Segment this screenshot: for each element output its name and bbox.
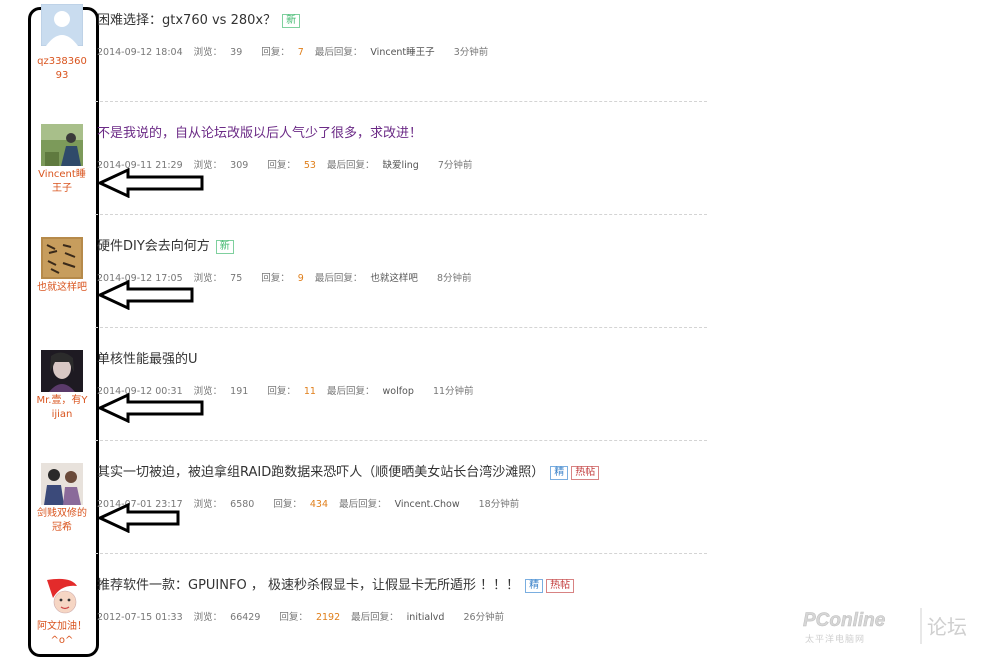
author-name[interactable]: 剑贱双修的冠希: [36, 507, 88, 535]
author-name[interactable]: Vincent睡王子: [36, 168, 88, 196]
author-name[interactable]: 阿文加油！^o^: [36, 620, 88, 648]
calligraphy-icon: [41, 237, 83, 279]
thread-title[interactable]: 其实一切被迫，被迫拿组RAID跑数据来恐吓人（顺便晒美女站长台湾沙滩照）: [97, 465, 544, 480]
watermark-section: 论坛: [927, 615, 967, 639]
replies-count: 11: [303, 386, 316, 397]
last-reply-user[interactable]: wolfop: [382, 386, 413, 397]
last-reply-user[interactable]: Vincent.Chow: [395, 499, 460, 510]
replies-label: 回复：: [279, 612, 308, 623]
replies-count: 9: [297, 273, 304, 284]
author-name[interactable]: qz33836093: [36, 55, 88, 83]
new-badge: 新: [282, 14, 301, 28]
row-divider: [95, 440, 707, 441]
hot-badge: 热帖: [546, 579, 575, 593]
avatar-photo[interactable]: [41, 124, 83, 166]
last-reply-time: 26分钟前: [463, 612, 505, 623]
views-count: 309: [230, 160, 249, 171]
thread-row: 阿文加油！^o^ 推荐软件一款：GPUINFO ， 极速秒杀假显卡，让假显卡无所…: [0, 565, 710, 662]
thread-meta: 2014-09-12 18:04 浏览： 39 回复： 7 最后回复： Vincent…: [97, 44, 496, 58]
last-reply-label: 最后回复：: [339, 499, 387, 510]
thread-title[interactable]: 推荐软件一款：GPUINFO ， 极速秒杀假显卡，让假显卡无所遁形 ！！！: [97, 578, 519, 593]
views-count: 66429: [230, 612, 261, 623]
last-reply-user[interactable]: Vincent睡王子: [370, 47, 434, 58]
row-divider: [95, 327, 707, 328]
featured-badge: 精: [525, 579, 544, 593]
pconline-watermark-logo: PConline 太平洋电脑网 论坛: [803, 608, 967, 645]
views-count: 75: [230, 273, 243, 284]
thread-row: qz33836093 困难选择：gtx760 vs 280x？ 新 2014-09…: [0, 0, 710, 113]
replies-count: 434: [309, 499, 329, 510]
replies-label: 回复：: [273, 499, 302, 510]
default-avatar-icon: [41, 4, 83, 46]
last-reply-user[interactable]: 缺爱ling: [382, 160, 418, 171]
avatar-cartoon[interactable]: [41, 576, 83, 618]
watermark-tagline: 太平洋电脑网: [805, 633, 865, 645]
last-reply-time: 18分钟前: [478, 499, 520, 510]
new-badge: 新: [215, 240, 234, 254]
replies-count: 2192: [315, 612, 341, 623]
replies-label: 回复：: [267, 160, 296, 171]
last-reply-label: 最后回复：: [326, 386, 375, 397]
avatar-calligraphy[interactable]: [41, 237, 83, 279]
last-reply-user[interactable]: 也就这样吧: [370, 273, 418, 284]
post-date: 2012-07-15 01:33: [97, 612, 183, 623]
row-divider: [95, 101, 707, 102]
last-reply-label: 最后回复：: [314, 273, 363, 284]
row-divider: [95, 553, 707, 554]
title-line: 推荐软件一款：GPUINFO ， 极速秒杀假显卡，让假显卡无所遁形 ！！！ 精热帖: [97, 574, 575, 594]
group-photo-icon: [41, 463, 83, 505]
last-reply-time: 7分钟前: [437, 160, 473, 171]
views-count: 39: [230, 47, 243, 58]
thread-title[interactable]: 不是我说的，自从论坛改版以后人气少了很多，求改进！: [97, 126, 422, 141]
replies-label: 回复：: [267, 386, 296, 397]
outdoor-photo-icon: [41, 124, 83, 166]
cartoon-baby-icon: [41, 576, 83, 618]
author-name[interactable]: 也就这样吧: [36, 281, 88, 295]
thread-meta: 2012-07-15 01:33 浏览： 66429 回复： 2192 最后回复： i…: [97, 609, 512, 623]
views-count: 6580: [230, 499, 255, 510]
last-reply-user[interactable]: initialvd: [407, 612, 445, 623]
arrow-left-icon: [96, 393, 204, 423]
replies-label: 回复：: [261, 47, 290, 58]
replies-label: 回复：: [261, 273, 290, 284]
last-reply-label: 最后回复：: [326, 160, 375, 171]
last-reply-time: 3分钟前: [453, 47, 489, 58]
title-line: 不是我说的，自从论坛改版以后人气少了很多，求改进！: [97, 122, 422, 142]
views-count: 191: [230, 386, 249, 397]
views-label: 浏览：: [193, 47, 223, 58]
hot-badge: 热帖: [571, 466, 600, 480]
watermark-brand: PConline: [803, 610, 886, 631]
views-label: 浏览：: [193, 612, 223, 623]
thread-title[interactable]: 单核性能最强的U: [97, 352, 198, 367]
last-reply-label: 最后回复：: [351, 612, 399, 623]
replies-count: 7: [297, 47, 304, 58]
author-name[interactable]: Mr.壹，有Yijian: [36, 394, 88, 422]
last-reply-label: 最后回复：: [314, 47, 363, 58]
title-line: 其实一切被迫，被迫拿组RAID跑数据来恐吓人（顺便晒美女站长台湾沙滩照） 精热帖: [97, 461, 600, 481]
portrait-photo-icon: [41, 350, 83, 392]
arrow-left-icon: [96, 280, 194, 310]
post-date: 2014-09-12 18:04: [97, 47, 183, 58]
title-line: 困难选择：gtx760 vs 280x？ 新: [97, 9, 301, 29]
arrow-left-icon: [96, 168, 204, 198]
last-reply-time: 11分钟前: [432, 386, 474, 397]
title-line: 硬件DIY会去向何方新: [97, 235, 234, 255]
avatar-portrait[interactable]: [41, 350, 83, 392]
avatar-default[interactable]: [41, 4, 83, 46]
arrow-left-icon: [96, 503, 180, 533]
thread-title[interactable]: 困难选择：gtx760 vs 280x？: [97, 13, 276, 28]
avatar-group-photo[interactable]: [41, 463, 83, 505]
featured-badge: 精: [550, 466, 569, 480]
replies-count: 53: [303, 160, 316, 171]
last-reply-time: 8分钟前: [436, 273, 472, 284]
row-divider: [95, 214, 707, 215]
thread-title[interactable]: 硬件DIY会去向何方: [97, 239, 210, 254]
title-line: 单核性能最强的U: [97, 348, 198, 368]
